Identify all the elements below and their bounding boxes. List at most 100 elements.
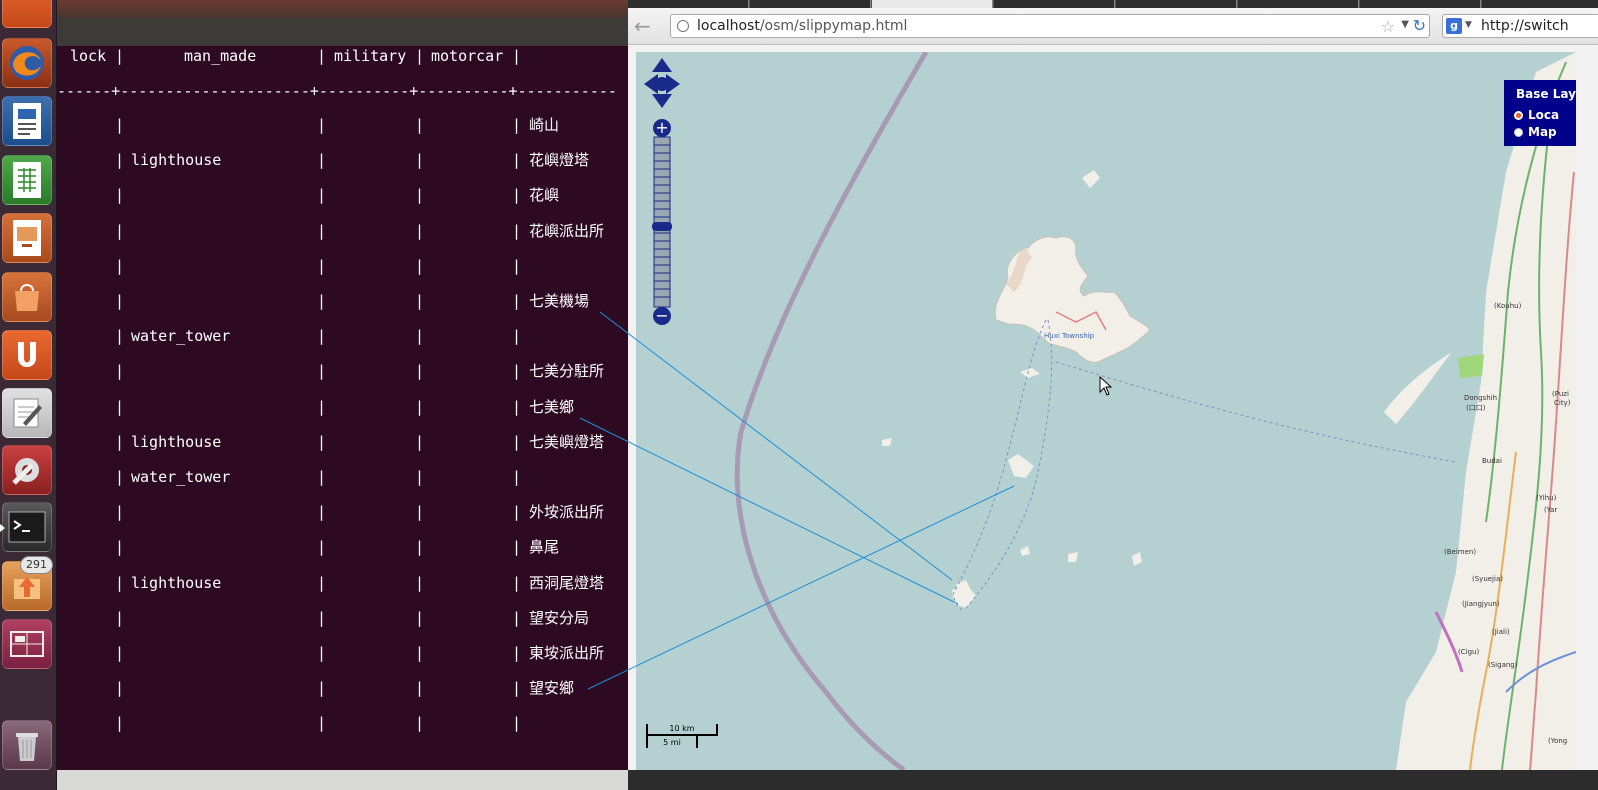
column-divider: | bbox=[317, 644, 327, 662]
column-divider: | bbox=[512, 573, 522, 592]
tab-active[interactable] bbox=[872, 0, 993, 8]
column-divider: | bbox=[317, 714, 327, 733]
update-manager-launcher-button[interactable]: 291 bbox=[2, 556, 53, 611]
url-bar[interactable]: localhost/osm/slippymap.html ☆ ▼ ↻ bbox=[670, 14, 1430, 38]
map-label-yar: (Yar bbox=[1544, 506, 1558, 514]
column-divider: | bbox=[115, 47, 125, 65]
column-divider: | bbox=[512, 47, 522, 65]
map-label-syuejia: (Syuejia) bbox=[1472, 575, 1503, 583]
column-divider: | bbox=[512, 221, 522, 240]
green-park-area bbox=[1458, 354, 1484, 378]
nav-toolbar: ← localhost/osm/slippymap.html ☆ ▼ ↻ g ▼… bbox=[628, 8, 1598, 45]
running-indicator bbox=[0, 524, 5, 532]
column-divider: | bbox=[115, 327, 125, 346]
terminal-launcher-button[interactable] bbox=[0, 502, 52, 552]
map-label-city: City) bbox=[1554, 399, 1571, 407]
column-divider: | bbox=[512, 397, 522, 416]
column-divider: | bbox=[415, 151, 425, 170]
cell-name: 花嶼燈塔 bbox=[529, 151, 590, 170]
tab[interactable] bbox=[994, 0, 1115, 8]
column-divider: | bbox=[512, 679, 522, 698]
column-divider: | bbox=[415, 468, 425, 486]
pan-control[interactable] bbox=[644, 58, 680, 108]
column-divider: | bbox=[415, 644, 425, 662]
software-center-launcher-button[interactable] bbox=[2, 272, 52, 322]
tab[interactable] bbox=[750, 0, 871, 8]
ubuntu-one-launcher-button[interactable] bbox=[2, 330, 52, 380]
firefox-window[interactable]: ← localhost/osm/slippymap.html ☆ ▼ ↻ g ▼… bbox=[628, 0, 1598, 790]
cell-man-made: lighthouse bbox=[131, 432, 222, 451]
map-label-sigang: (Sigang) bbox=[1488, 661, 1518, 669]
column-divider: | bbox=[415, 327, 425, 346]
map-label-kouhu: (Kouhu) bbox=[1494, 302, 1522, 310]
column-divider: | bbox=[415, 292, 425, 310]
text-editor-launcher-button[interactable] bbox=[2, 388, 52, 438]
column-divider: | bbox=[415, 116, 425, 134]
system-settings-launcher-button[interactable] bbox=[2, 445, 52, 495]
url-text[interactable]: localhost/osm/slippymap.html bbox=[697, 18, 907, 34]
trash-launcher-button[interactable] bbox=[2, 720, 52, 770]
column-divider: | bbox=[317, 397, 327, 416]
google-icon[interactable]: g bbox=[1446, 18, 1462, 34]
zoom-slider-handle[interactable] bbox=[652, 222, 672, 231]
tab[interactable] bbox=[628, 0, 749, 8]
writer-launcher-button[interactable] bbox=[2, 96, 52, 146]
column-divider: | bbox=[115, 186, 125, 205]
table-header-row: lock | man_made | military | motorcar | bbox=[57, 46, 521, 76]
cell-man-made: lighthouse bbox=[131, 573, 222, 592]
tab[interactable] bbox=[1360, 0, 1481, 8]
search-box[interactable]: g ▼ http://switch bbox=[1442, 14, 1598, 38]
column-divider: | bbox=[317, 362, 327, 381]
cell-name: 崎山 bbox=[529, 116, 560, 134]
calc-launcher-button[interactable] bbox=[2, 155, 52, 205]
column-divider: | bbox=[317, 503, 327, 522]
islet bbox=[1082, 170, 1100, 188]
tab[interactable] bbox=[1482, 0, 1598, 8]
column-divider: | bbox=[115, 714, 125, 733]
cell-name: 花嶼派出所 bbox=[529, 221, 605, 240]
back-arrow-icon[interactable]: ← bbox=[634, 16, 658, 38]
map-label-jiali: (Jiali) bbox=[1492, 628, 1510, 636]
islet bbox=[1068, 552, 1078, 562]
tab[interactable] bbox=[1116, 0, 1237, 8]
column-divider: | bbox=[415, 47, 425, 65]
column-divider: | bbox=[115, 538, 125, 557]
column-divider: | bbox=[415, 503, 425, 522]
column-header-lock: lock bbox=[70, 47, 107, 65]
spreadsheet-icon bbox=[13, 162, 41, 198]
url-path: /osm/slippymap.html bbox=[759, 18, 908, 34]
map-canvas[interactable]: + − bbox=[636, 52, 1576, 770]
column-divider: | bbox=[415, 679, 425, 698]
window-below-strip bbox=[57, 770, 628, 790]
search-engine-dropdown-icon[interactable]: ▼ bbox=[1465, 20, 1472, 30]
reload-icon[interactable]: ↻ bbox=[1413, 16, 1426, 35]
radio-unselected-icon[interactable] bbox=[1514, 128, 1523, 137]
terminal-titlebar[interactable] bbox=[57, 0, 628, 46]
workspace-switcher-button[interactable] bbox=[2, 619, 52, 669]
column-divider: | bbox=[115, 221, 125, 240]
dash-button[interactable] bbox=[2, 0, 52, 28]
pan-zoom-control[interactable]: + − bbox=[644, 58, 680, 325]
tab[interactable] bbox=[1238, 0, 1359, 8]
bookmark-star-icon[interactable]: ☆ bbox=[1381, 17, 1395, 36]
desktop-strip bbox=[628, 770, 1598, 790]
column-divider: | bbox=[115, 116, 125, 134]
history-dropdown-icon[interactable]: ▼ bbox=[1401, 19, 1409, 30]
column-divider: | bbox=[115, 292, 125, 310]
layer-option-mapnik[interactable]: Map bbox=[1514, 125, 1557, 139]
search-text[interactable]: http://switch bbox=[1481, 18, 1569, 34]
slippy-map[interactable]: + − Huxi Township (Kouhu) Dongshih (口口) … bbox=[636, 52, 1576, 770]
impress-launcher-button[interactable] bbox=[2, 213, 52, 263]
radio-selected-icon[interactable] bbox=[1514, 111, 1523, 120]
column-divider: | bbox=[317, 221, 327, 240]
firefox-launcher-button[interactable] bbox=[2, 38, 52, 88]
column-divider: | bbox=[512, 327, 522, 346]
layer-option-local[interactable]: Loca bbox=[1514, 108, 1559, 122]
terminal-window[interactable]: lock | man_made | military | motorcar | … bbox=[57, 0, 628, 790]
layer-switcher[interactable]: Base Lay Loca Map bbox=[1504, 80, 1576, 146]
column-divider: | bbox=[512, 468, 522, 486]
map-label-beimen: (Beimen) bbox=[1444, 548, 1477, 556]
column-divider: | bbox=[415, 573, 425, 592]
column-divider: | bbox=[317, 468, 327, 486]
column-divider: | bbox=[512, 151, 522, 170]
